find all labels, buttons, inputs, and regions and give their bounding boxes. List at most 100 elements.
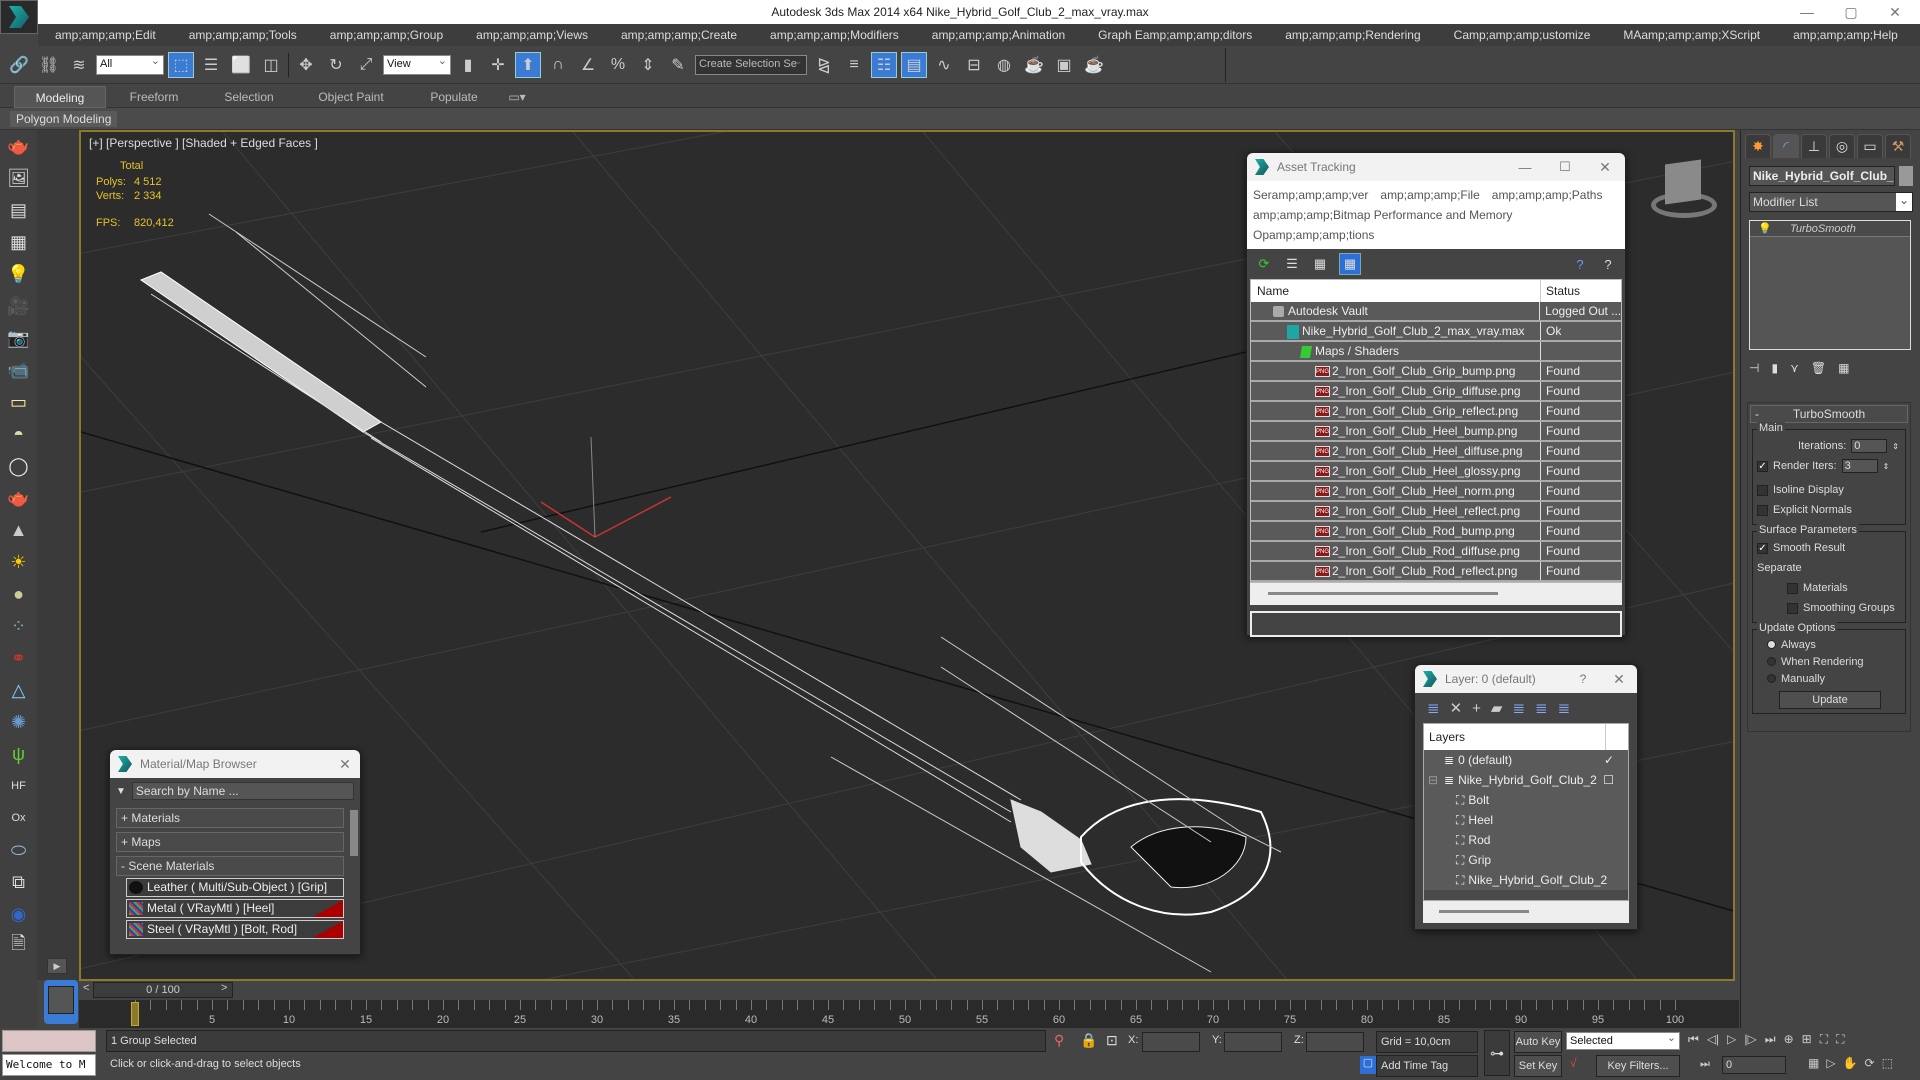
mirror-icon[interactable]: ⧎	[811, 52, 837, 78]
radio-manually[interactable]	[1767, 674, 1776, 683]
tab-object-paint[interactable]: Object Paint	[296, 86, 406, 108]
freeze-all-layers-icon[interactable]: ≣	[1558, 699, 1571, 717]
select-manipulate-icon[interactable]: ✛	[485, 52, 511, 78]
window-crossing-icon[interactable]: ◫	[258, 52, 284, 78]
grass-icon[interactable]: ψ	[0, 738, 37, 770]
percent-snap-icon[interactable]: %	[605, 52, 631, 78]
material-browser-titlebar[interactable]: Material/Map Browser ✕	[110, 750, 360, 778]
menu-options[interactable]: Opamp;amp;amp;tions	[1253, 228, 1374, 242]
add-to-layer-icon[interactable]: +	[1472, 700, 1481, 717]
help-button[interactable]: ?	[1565, 672, 1601, 686]
layer-row[interactable]: ⛶ Bolt	[1424, 790, 1628, 810]
new-layer-icon[interactable]: ≣	[1427, 699, 1440, 717]
menu-server[interactable]: Seramp;amp;amp;ver	[1253, 188, 1368, 202]
menu-bitmap-performance[interactable]: amp;amp;amp;Bitmap Performance and Memor…	[1253, 208, 1512, 222]
current-frame-field[interactable]: 0	[1722, 1056, 1786, 1074]
menu-rendering[interactable]: amp;amp;amp;Rendering	[1268, 28, 1436, 42]
prev-frame-icon[interactable]: <	[83, 982, 89, 994]
x-coordinate-field[interactable]	[1142, 1032, 1200, 1052]
layer-row[interactable]: ⊟ ≣ Nike_Hybrid_Golf_Club_2 ☐	[1424, 770, 1628, 790]
minimize-icon[interactable]: —	[1505, 160, 1545, 175]
select-in-layer-icon[interactable]: ▰	[1491, 699, 1503, 717]
set-key-icon[interactable]: ⊶	[1484, 1030, 1510, 1076]
layer-row[interactable]: ⛶ Grip	[1424, 850, 1628, 870]
help-online-icon[interactable]: ?	[1571, 255, 1589, 273]
metaball-icon[interactable]: ⚭	[0, 642, 37, 674]
close-icon[interactable]: ✕	[330, 756, 360, 773]
modify-tab-icon[interactable]: ◜	[1773, 134, 1799, 158]
isoline-display-checkbox[interactable]	[1757, 484, 1768, 496]
menu-file[interactable]: amp;amp;amp;File	[1380, 188, 1479, 202]
dome-light-icon[interactable]: ◓	[0, 418, 37, 450]
play-button-icon[interactable]: ▷	[1727, 1032, 1736, 1047]
horizontal-scrollbar[interactable]	[1423, 901, 1629, 923]
asset-row[interactable]: PNG 2_Iron_Golf_Club_Heel_glossy.png Found	[1251, 462, 1621, 482]
asset-row[interactable]: PNG 2_Iron_Golf_Club_Grip_diffuse.png Foun…	[1251, 382, 1621, 402]
vertical-scrollbar[interactable]	[350, 810, 358, 856]
teapot-mesh-icon[interactable]: 🫖	[0, 482, 37, 514]
smooth-result-checkbox[interactable]: ✓	[1757, 542, 1768, 554]
y-coordinate-field[interactable]	[1224, 1032, 1282, 1052]
highlight-layer-icon[interactable]: ≣	[1512, 699, 1525, 717]
asset-row[interactable]: PNG 2_Iron_Golf_Club_Heel_norm.png Found	[1251, 482, 1621, 502]
table-view-icon[interactable]: ▦	[1339, 253, 1361, 275]
viewcube-cube[interactable]	[1665, 159, 1701, 205]
refresh-icon[interactable]: ⟳	[1255, 255, 1273, 273]
separate-materials-checkbox[interactable]	[1787, 582, 1798, 594]
zoom-icon[interactable]: ⊕	[1784, 1032, 1794, 1047]
set-key-button[interactable]: Set Key	[1514, 1055, 1562, 1077]
selection-filter-dropdown[interactable]: All	[96, 54, 164, 75]
cone-icon[interactable]: ▲	[0, 514, 37, 546]
asset-row[interactable]: Maps / Shaders	[1251, 342, 1621, 362]
add-time-tag-button[interactable]: Add Time Tag	[1376, 1055, 1478, 1077]
video-camera-icon[interactable]: 📹	[0, 354, 37, 386]
rollout-header[interactable]: - TurboSmooth	[1750, 405, 1908, 423]
pan-icon[interactable]: ✋	[1843, 1056, 1858, 1070]
track-bar[interactable]: 0510152025303540455055606570758085909510…	[79, 1000, 1739, 1028]
lightbulb-icon[interactable]: 💡	[1758, 221, 1772, 237]
tab-selection[interactable]: Selection	[202, 86, 296, 108]
menu-modifiers[interactable]: amp;amp;amp;Modifiers	[753, 28, 915, 42]
object-color-swatch[interactable]	[1899, 166, 1913, 186]
link-icon[interactable]: 🔗	[6, 52, 32, 78]
set-current-layer-checkbox[interactable]: ☐	[1603, 770, 1614, 790]
select-object-icon[interactable]: ⬚	[168, 52, 194, 78]
radio-always[interactable]	[1767, 640, 1776, 649]
asset-row[interactable]: PNG 2_Iron_Golf_Club_Rod_diffuse.png Found	[1251, 542, 1621, 562]
tab-populate[interactable]: Populate	[406, 86, 502, 108]
material-item-steel[interactable]: Steel ( VRayMtl ) [Bolt, Rod]	[126, 920, 344, 939]
layer-titlebar[interactable]: Layer: 0 (default) ? ✕	[1415, 665, 1637, 693]
asset-row[interactable]: Nike_Hybrid_Golf_Club_2_max_vray.max Ok	[1251, 322, 1621, 342]
utilities-tab-icon[interactable]: ⚒	[1885, 134, 1911, 158]
tab-freeform[interactable]: Freeform	[106, 86, 202, 108]
render-setup-icon[interactable]: ☕	[1021, 52, 1047, 78]
asset-tracking-titlebar[interactable]: Asset Tracking — ☐ ✕	[1247, 153, 1625, 181]
help-icon[interactable]: ?	[1599, 255, 1617, 273]
display-tab-icon[interactable]: ▭	[1857, 134, 1883, 158]
next-frame-icon[interactable]: >	[221, 982, 227, 994]
viewport-label[interactable]: [+] [Perspective ] [Shaded + Edged Faces…	[89, 136, 318, 150]
key-mode-toggle-icon[interactable]: ⏭	[1700, 1058, 1710, 1071]
show-end-result-icon[interactable]: ▮	[1771, 361, 1778, 375]
update-button[interactable]: Update	[1779, 691, 1881, 709]
column-name[interactable]: Name	[1251, 280, 1541, 302]
rectangular-selection-icon[interactable]: ⬜	[228, 52, 254, 78]
rotate-icon[interactable]: ↻	[323, 52, 349, 78]
key-mode-dropdown[interactable]: Selected	[1566, 1031, 1680, 1050]
play-icon[interactable]: ▶	[47, 958, 67, 974]
pin-stack-icon[interactable]: ⊣	[1749, 361, 1759, 375]
menu-edit[interactable]: amp;amp;amp;Edit	[38, 28, 172, 42]
field-of-view-icon[interactable]: ▷	[1826, 1056, 1835, 1070]
app-menu-button[interactable]	[0, 0, 38, 34]
key-filters-button[interactable]: Key Filters...	[1596, 1055, 1680, 1077]
sphere-light-icon[interactable]: ●	[0, 578, 37, 610]
layer-manager-icon[interactable]: ☷	[871, 52, 897, 78]
menu-animation[interactable]: amp;amp;amp;Animation	[915, 28, 1081, 42]
menu-customize[interactable]: Camp;amp;amp;ustomize	[1437, 28, 1607, 42]
render-iters-spinner[interactable]: 3	[1841, 459, 1878, 473]
material-pick-icon[interactable]: ⧉	[0, 866, 37, 898]
horizontal-scrollbar[interactable]	[1250, 583, 1622, 605]
tree-view-icon[interactable]: ▦	[1311, 255, 1329, 273]
ribbon-options-icon[interactable]: ▭▾	[502, 86, 532, 108]
isolate-selection-icon[interactable]: ⚲	[1054, 1032, 1064, 1049]
